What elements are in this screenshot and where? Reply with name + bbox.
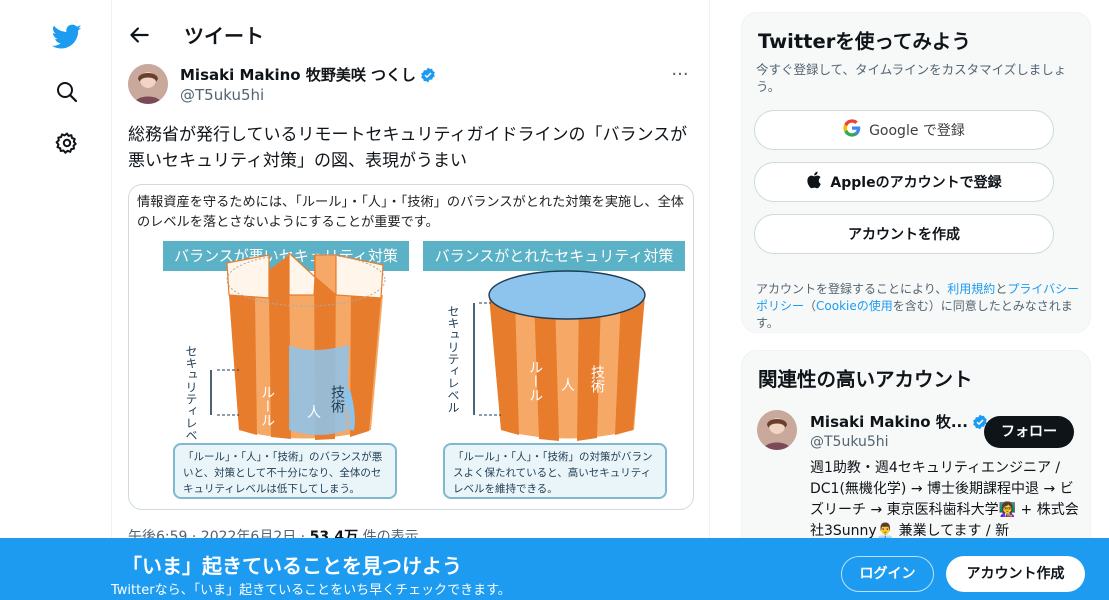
- signup-title: Twitterを使ってみよう: [758, 30, 971, 53]
- left-axis-label: セキュリティレベル: [184, 345, 198, 453]
- apple-signup-label: Appleのアカウントで登録: [830, 175, 1002, 191]
- related-account-name-text[interactable]: Misaki Makino 牧...: [810, 411, 968, 432]
- related-title: 関連性の高いアカウント: [758, 368, 973, 391]
- cookie-link[interactable]: Cookieの使用: [816, 299, 893, 313]
- right-stave-tech-label: 技術: [589, 365, 605, 394]
- signup-card: Twitterを使ってみよう 今すぐ登録して、タイムラインをカスタマイズしましょ…: [741, 12, 1091, 333]
- legal-cookie-pre: （: [804, 299, 817, 313]
- bottom-signup-bar: 「いま」起きていることを見つけよう Twitterなら、「いま」起きていることを…: [0, 538, 1109, 600]
- follow-button[interactable]: フォロー: [984, 416, 1074, 448]
- search-icon[interactable]: [50, 75, 84, 109]
- right-stave-rule-label: ルール: [527, 360, 543, 402]
- right-axis-label: セキュリティレベル: [446, 305, 460, 413]
- page-title: ツイート: [184, 24, 264, 48]
- twitter-logo-icon[interactable]: [50, 20, 84, 54]
- create-account-button[interactable]: アカウントを作成: [754, 214, 1054, 254]
- google-signup-label: Google で登録: [869, 123, 965, 139]
- login-button[interactable]: ログイン: [841, 556, 934, 592]
- left-stave-tech-label: 技術: [329, 385, 345, 414]
- bottom-bar-title: 「いま」起きていることを見つけよう: [122, 554, 462, 578]
- more-options-icon[interactable]: ···: [667, 64, 693, 90]
- figure-left-caption: 「ルール」・「人」・「技術」のバランスが悪いと、対策として不十分になり、全体のセ…: [173, 443, 397, 499]
- tweet-text: 総務省が発行しているリモートセキュリティガイドラインの「バランスが悪いセキュリテ…: [128, 125, 688, 171]
- right-stave-person-label: 人: [561, 378, 575, 394]
- related-account-name[interactable]: Misaki Makino 牧...: [810, 411, 988, 432]
- google-signup-button[interactable]: Google で登録: [754, 110, 1054, 150]
- avatar[interactable]: [128, 64, 168, 104]
- balanced-barrel: [473, 270, 646, 441]
- bottom-bar-subtitle: Twitterなら、「いま」起きていることをいち早くチェックできます。: [111, 583, 511, 598]
- create-account-label: アカウントを作成: [848, 227, 960, 243]
- author-name-text[interactable]: Misaki Makino 牧野美咲 つくし: [180, 64, 416, 85]
- author-name[interactable]: Misaki Makino 牧野美咲 つくし: [180, 64, 436, 85]
- unbalanced-barrel: [210, 251, 386, 440]
- left-stave-rule-label: ルール: [259, 385, 275, 427]
- figure-right-caption: 「ルール」・「人」・「技術」の対策がバランスよく保たれていると、高いセキュリティ…: [443, 443, 667, 499]
- author-handle[interactable]: @T5uku5hi: [180, 86, 264, 104]
- apple-icon: [806, 171, 822, 193]
- apple-signup-button[interactable]: Appleのアカウントで登録: [754, 162, 1054, 202]
- legal-mid: と: [995, 282, 1008, 296]
- page-header: ツイート: [112, 0, 710, 72]
- main-column: ツイート Misaki Makino 牧野美咲 つくし @T5uku5hi ··…: [112, 0, 710, 600]
- signup-subtitle: 今すぐ登録して、タイムラインをカスタマイズしましょう。: [756, 62, 1067, 94]
- related-account-avatar[interactable]: [757, 410, 797, 450]
- google-icon: [843, 119, 861, 141]
- left-nav: [0, 0, 112, 600]
- verified-badge-icon: [420, 67, 436, 83]
- signup-button[interactable]: アカウント作成: [946, 556, 1085, 592]
- left-stave-person-label: 人: [307, 405, 321, 421]
- related-account-bio: 週1助教・週4セキュリティエンジニア / DC1(無機化学) → 博士後期課程中…: [810, 460, 1079, 539]
- gear-icon[interactable]: [50, 126, 84, 160]
- back-arrow-icon[interactable]: [126, 22, 152, 48]
- tweet-image[interactable]: 情報資産を守るためには、「ルール」・「人」・「技術」のバランスがとれた対策を実施…: [128, 184, 694, 510]
- related-account-handle[interactable]: @T5uku5hi: [810, 434, 889, 450]
- terms-link[interactable]: 利用規約: [947, 282, 995, 296]
- legal-text: アカウントを登録することにより、利用規約とプライバシーポリシー（Cookieの使…: [756, 281, 1086, 332]
- legal-pre: アカウントを登録することにより、: [756, 282, 948, 296]
